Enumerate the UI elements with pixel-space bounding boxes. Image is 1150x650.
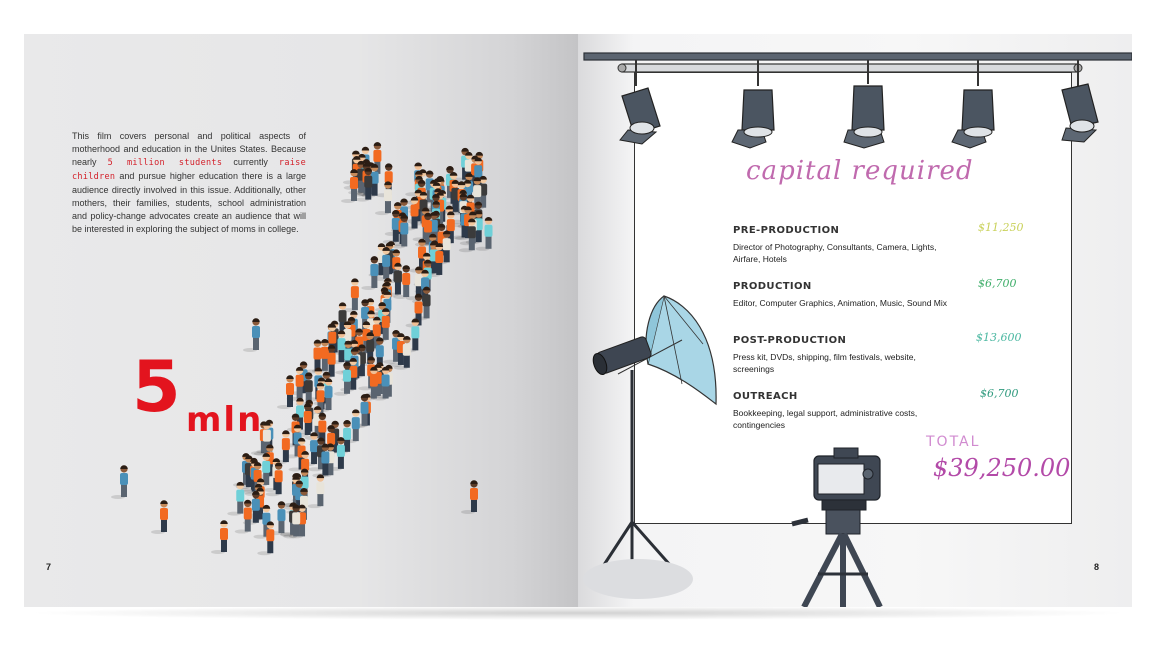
- budget-section-production: PRODUCTION Editor, Computer Graphics, An…: [733, 281, 948, 309]
- capital-title: capital required: [746, 156, 974, 186]
- page-number-right: 8: [1094, 562, 1100, 572]
- section-heading: PRE-PRODUCTION: [733, 225, 840, 236]
- section-heading: OUTREACH: [733, 391, 798, 402]
- section-description: Press kit, DVDs, shipping, film festival…: [733, 352, 916, 374]
- left-page: This film covers personal and political …: [24, 34, 578, 607]
- person-figure-icon: [277, 375, 294, 409]
- total-amount: $39,250.00: [933, 454, 1071, 482]
- budget-section-preproduction: PRE-PRODUCTION Director of Photography, …: [733, 225, 948, 265]
- amount-production: $6,700: [978, 277, 1017, 290]
- camera-icon: [813, 447, 881, 511]
- big-number: 5: [132, 346, 181, 428]
- spotlight-icon: [731, 60, 775, 149]
- section-heading: POST-PRODUCTION: [733, 335, 847, 346]
- umbrella-light-icon: [583, 295, 717, 599]
- spotlight-icon: [951, 60, 995, 149]
- right-page: capital required PRE-PRODUCTION Director…: [578, 34, 1132, 607]
- page-number-left: 7: [46, 562, 52, 572]
- person-figure-icon: [461, 480, 478, 514]
- book-shadow: [24, 606, 1132, 620]
- section-description: Bookkeeping, legal support, administrati…: [733, 408, 918, 430]
- crowd-arrow-illustration: [111, 142, 493, 556]
- budget-section-postproduction: POST-PRODUCTION Press kit, DVDs, shippin…: [733, 335, 948, 375]
- budget-section-outreach: OUTREACH Bookkeeping, legal support, adm…: [733, 391, 948, 431]
- section-description: Editor, Computer Graphics, Animation, Mu…: [733, 298, 948, 308]
- tripod-icon: [791, 509, 883, 607]
- amount-postproduction: $13,600: [976, 331, 1022, 344]
- person-figure-icon: [151, 500, 168, 534]
- person-figure-icon: [307, 474, 325, 509]
- total-label: TOTAL: [926, 434, 981, 450]
- section-heading: PRODUCTION: [733, 281, 812, 292]
- amount-preproduction: $11,250: [978, 221, 1024, 234]
- amount-outreach: $6,700: [980, 387, 1019, 400]
- person-figure-icon: [382, 210, 400, 244]
- section-description: Director of Photography, Consultants, Ca…: [733, 242, 937, 264]
- person-figure-icon: [211, 520, 228, 554]
- person-figure-icon: [111, 465, 128, 499]
- person-figure-icon: [243, 318, 260, 352]
- person-figure-icon: [227, 481, 245, 516]
- person-figure-icon: [361, 256, 379, 290]
- big-unit: mln: [186, 400, 264, 440]
- spotlight-icon: [843, 60, 885, 149]
- studio-equipment: [583, 52, 1132, 607]
